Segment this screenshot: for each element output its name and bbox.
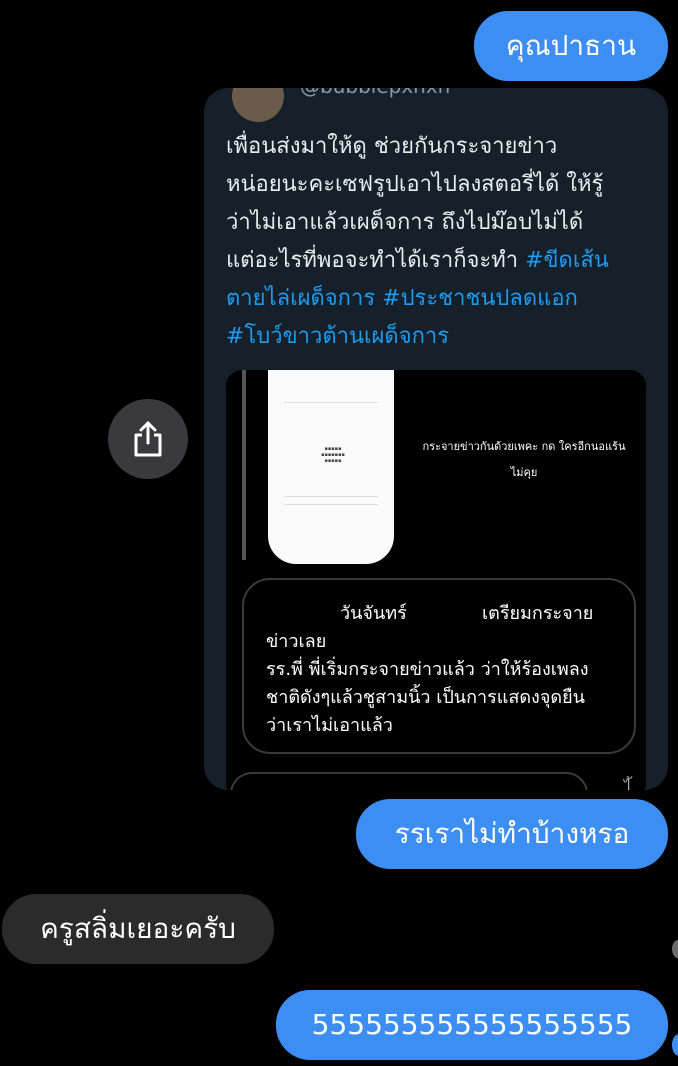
share-icon	[134, 421, 162, 457]
media-caption: กระจายข่าวกันด้วยเพคะ กด ใครอีกนอแร้น ไม…	[422, 440, 626, 479]
read-receipt-edge	[672, 1034, 678, 1056]
message-bubble-outgoing[interactable]: รรเราไม่ทำบ้างหรอ	[356, 799, 668, 869]
message-bubble-outgoing[interactable]: 555555555555555555	[276, 990, 668, 1060]
story-progress-bar	[242, 370, 246, 560]
note-heading: เตรียมกระจาย	[482, 603, 594, 624]
message-bubble-incoming[interactable]: ครูสลิ่มเยอะครับ	[2, 894, 274, 964]
message-bubble-outgoing[interactable]: คุณปาธาน	[474, 11, 668, 81]
post-hashtag: #ขีดเส้น	[525, 248, 609, 273]
reaction-avatar-edge	[672, 940, 678, 958]
note-body: ข่าวเลย รร.พี่ พี่เริ่มกระจายข่าวแล้ว ว่…	[266, 631, 589, 736]
message-text: รรเราไม่ทำบ้างหรอ	[394, 817, 630, 850]
post-hashtags: ตายไล่เผด็จการ #ประชาชนปลดแอก #โบว์ขาวต้…	[226, 286, 578, 349]
side-tail-text: ไ้	[624, 778, 633, 790]
avatar	[232, 88, 284, 122]
note-box: วันจันทร์ เตรียมกระจาย ข่าวเลย รร.พี่ พี…	[242, 578, 636, 754]
post-handle: @bubblepxnxn	[300, 88, 450, 98]
reply-input-pill	[230, 772, 588, 790]
post-media[interactable]: ▪▪▪▪▪ ▪▪▪▪▪▪▪ ▪▪▪▪▪ กระจายข่าวกันด้วยเพคะ …	[226, 370, 646, 790]
phone-mini-text: ▪▪▪▪▪ ▪▪▪▪▪▪▪ ▪▪▪▪▪	[321, 446, 345, 464]
note-day: วันจันทร์	[340, 603, 407, 624]
post-text: เพื่อนส่งมาให้ดู ช่วยกันกระจายข่าว หน่อย…	[226, 128, 656, 356]
message-text: 555555555555555555	[311, 1008, 633, 1041]
message-text: คุณปาธาน	[505, 29, 637, 62]
message-text: ครูสลิ่มเยอะครับ	[40, 912, 236, 945]
phone-screenshot-image: ▪▪▪▪▪ ▪▪▪▪▪▪▪ ▪▪▪▪▪	[268, 370, 394, 564]
shared-post-card[interactable]: @bubblepxnxn เพื่อนส่งมาให้ดู ช่วยกันกระ…	[204, 88, 668, 790]
share-button[interactable]	[108, 399, 188, 479]
